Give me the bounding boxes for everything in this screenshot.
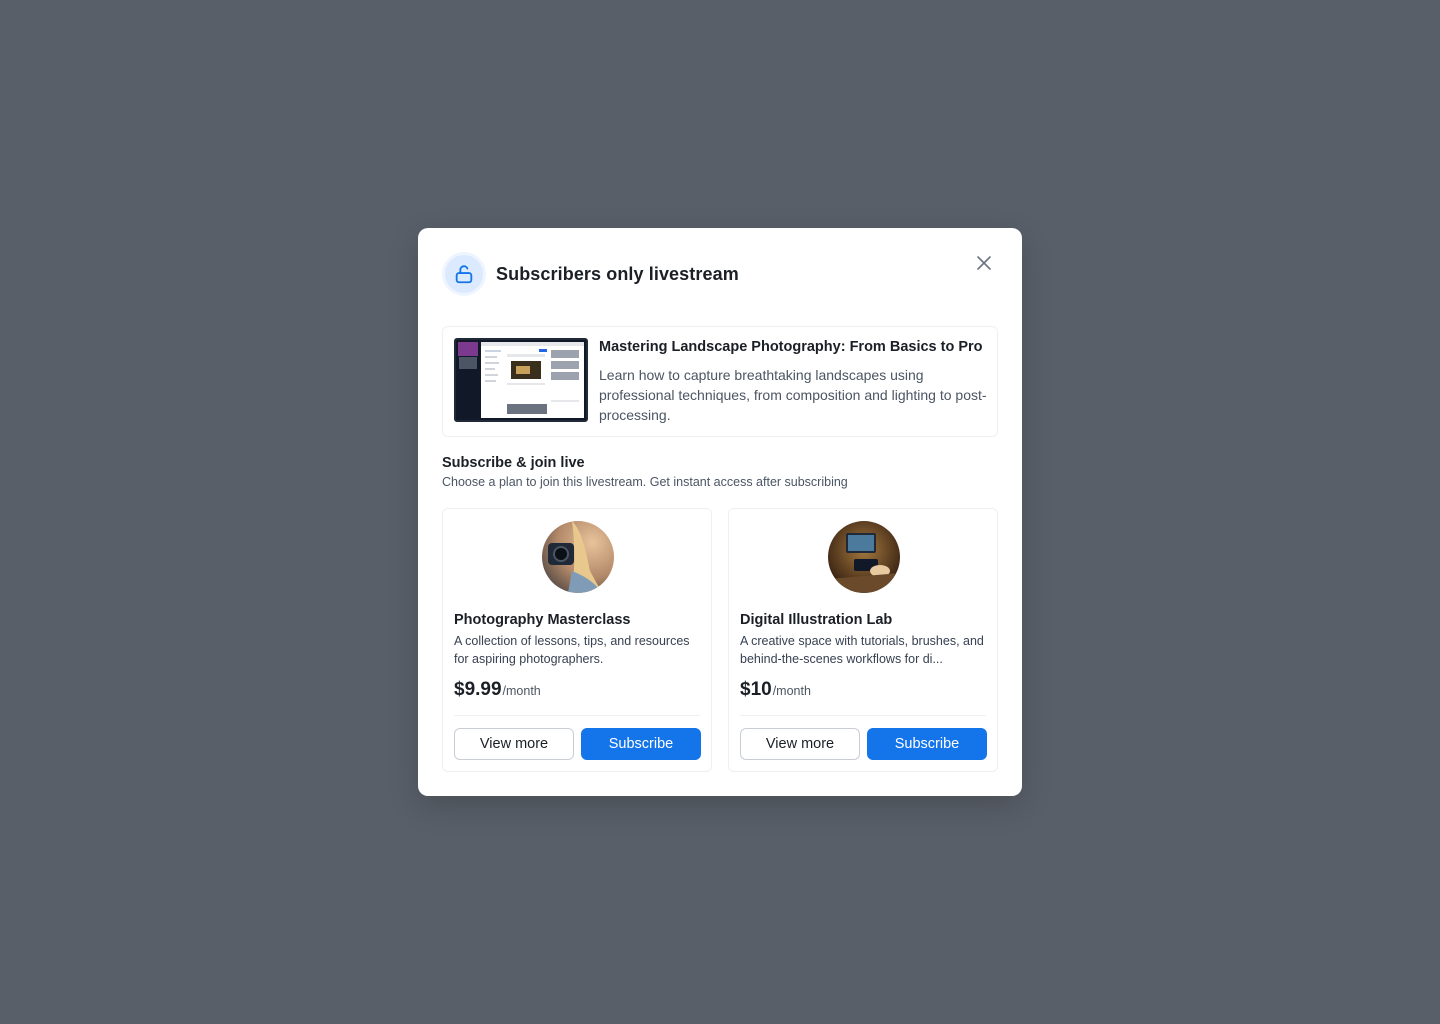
price-period: /month — [772, 684, 811, 698]
plan-description: A collection of lessons, tips, and resou… — [454, 634, 690, 666]
plan-price: $9.99 /month — [454, 679, 541, 701]
livestream-thumbnail — [454, 338, 588, 422]
subscribe-button[interactable]: Subscribe — [581, 728, 701, 760]
plan-name: Photography Masterclass — [454, 612, 631, 628]
plan-card: Photography Masterclass A collection of … — [442, 508, 712, 772]
price-period: /month — [502, 684, 541, 698]
modal-title: Subscribers only livestream — [496, 263, 739, 284]
plan-name: Digital Illustration Lab — [740, 612, 893, 628]
modal-header: Subscribers only livestream — [442, 252, 998, 296]
livestream-title: Mastering Landscape Photography: From Ba… — [599, 339, 983, 355]
subscribe-button[interactable]: Subscribe — [867, 728, 987, 760]
section-title: Subscribe & join live — [442, 455, 585, 471]
price-amount: $9.99 — [454, 679, 502, 700]
view-more-button[interactable]: View more — [740, 728, 860, 760]
plan-avatar — [828, 521, 900, 593]
livestream-card: Mastering Landscape Photography: From Ba… — [442, 326, 998, 437]
plan-price: $10 /month — [740, 679, 811, 701]
section-subtitle: Choose a plan to join this livestream. G… — [442, 475, 848, 489]
lock-icon — [455, 265, 473, 284]
livestream-description: Learn how to capture breathtaking landsc… — [599, 367, 987, 423]
plan-description: A creative space with tutorials, brushes… — [740, 634, 984, 666]
close-icon[interactable] — [976, 255, 992, 271]
close-button[interactable] — [970, 252, 998, 274]
subscribe-modal: Subscribers only livestream Mastering La… — [418, 228, 1022, 796]
lock-badge — [442, 252, 486, 296]
view-more-button[interactable]: View more — [454, 728, 574, 760]
price-amount: $10 — [740, 679, 772, 700]
divider — [454, 715, 700, 716]
divider — [740, 715, 986, 716]
plan-card: Digital Illustration Lab A creative spac… — [728, 508, 998, 772]
plan-avatar — [542, 521, 614, 593]
